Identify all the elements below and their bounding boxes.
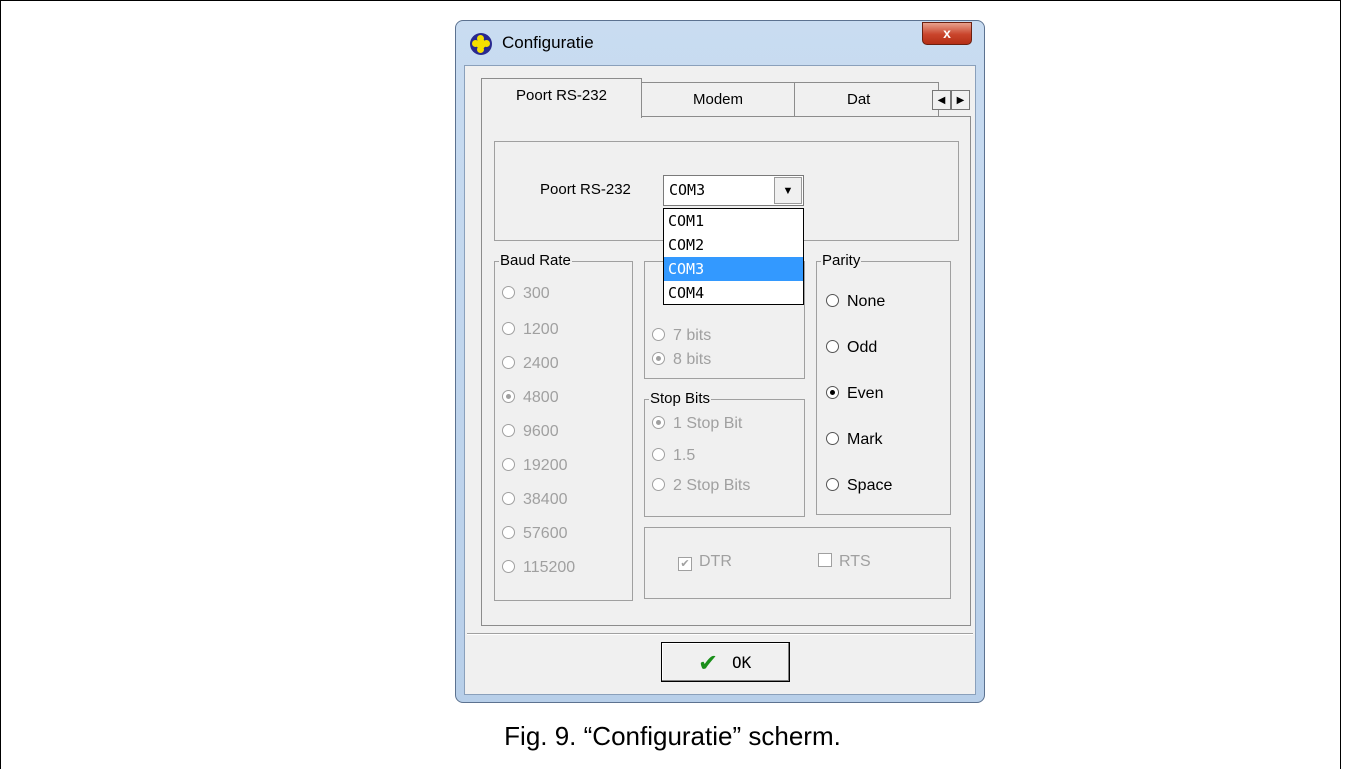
baud-radio-38400[interactable]: 38400 [502,491,568,509]
tab-poort-rs232[interactable]: Poort RS-232 [481,78,642,118]
footer-separator [467,633,973,635]
tab-scroll-right-icon[interactable]: ▶ [951,90,970,110]
parity-radio-space[interactable]: Space [826,477,892,495]
dtr-label: DTR [699,553,732,570]
title-bar[interactable]: Configuratie x [456,21,984,65]
baud-option-label: 9600 [523,423,559,440]
radio-icon [652,328,665,341]
radio-icon [502,356,515,369]
port-combobox-value: COM3 [669,181,706,199]
radio-selected-icon [826,386,839,399]
radio-icon [652,448,665,461]
checkbox-checked-icon: ✔ [678,557,692,571]
parity-radio-mark[interactable]: Mark [826,431,883,449]
baud-radio-115200[interactable]: 115200 [502,559,575,577]
parity-option-label: Even [847,385,884,402]
stop-bits-label: Stop Bits [649,390,712,407]
baud-radio-19200[interactable]: 19200 [502,457,568,475]
radio-icon [826,294,839,307]
tab-scroll-left-icon[interactable]: ◀ [932,90,951,110]
configuratie-dialog: Configuratie x Poort RS-232 Modem Dat ◀ … [455,20,985,703]
baud-rate-label: Baud Rate [499,252,572,269]
baud-option-label: 57600 [523,525,568,542]
parity-radio-even[interactable]: Even [826,385,883,403]
baud-option-label: 300 [523,285,550,302]
stopbits-option-label: 1.5 [673,447,696,464]
dropdown-item-com4[interactable]: COM4 [664,281,803,305]
stopbits-radio-1-5[interactable]: 1.5 [652,447,695,465]
dropdown-item-com3[interactable]: COM3 [664,257,803,281]
tab-data[interactable]: Dat [794,82,939,116]
ok-label: OK [732,653,752,672]
parity-radio-odd[interactable]: Odd [826,339,877,357]
radio-icon [502,526,515,539]
baud-option-label: 38400 [523,491,568,508]
parity-option-label: Space [847,477,893,494]
port-label: Poort RS-232 [540,181,631,198]
radio-icon [502,424,515,437]
radio-icon [502,492,515,505]
ok-button[interactable]: ✔ OK [661,642,790,682]
baud-option-label: 115200 [523,559,576,576]
baud-option-label: 19200 [523,457,568,474]
baud-radio-9600[interactable]: 9600 [502,423,559,441]
checkbox-icon [818,553,832,567]
radio-icon [826,478,839,491]
port-dropdown-list: COM1 COM2 COM3 COM4 [663,208,804,305]
dropdown-item-com1[interactable]: COM1 [664,209,803,233]
tab-modem[interactable]: Modem [641,82,795,116]
stopbits-option-label: 2 Stop Bits [673,477,751,494]
rts-checkbox[interactable]: RTS [818,553,871,571]
parity-option-label: Odd [847,339,878,356]
parity-label: Parity [821,252,862,269]
radio-selected-icon [652,416,665,429]
chevron-down-icon[interactable]: ▼ [774,177,802,204]
baud-radio-2400[interactable]: 2400 [502,355,559,373]
dtr-checkbox[interactable]: ✔ DTR [678,553,732,571]
radio-selected-icon [502,390,515,403]
window-title: Configuratie [502,33,594,52]
radio-icon [502,458,515,471]
close-button[interactable]: x [922,22,972,45]
radio-icon [502,560,515,573]
baud-option-label: 1200 [523,321,559,338]
baud-radio-57600[interactable]: 57600 [502,525,568,543]
stopbits-option-label: 1 Stop Bit [673,415,743,432]
port-combobox[interactable]: COM3 ▼ [663,175,804,206]
baud-radio-1200[interactable]: 1200 [502,321,559,339]
radio-icon [826,340,839,353]
figure-caption: Fig. 9. “Configuratie” scherm. [504,721,841,751]
parity-option-label: None [847,293,886,310]
tab-page-poort-rs232: Poort RS-232 COM3 ▼ COM1 COM2 COM3 COM4 … [481,116,971,626]
baud-radio-300[interactable]: 300 [502,285,550,303]
radio-selected-icon [652,352,665,365]
radio-icon [826,432,839,445]
radio-icon [652,478,665,491]
parity-option-label: Mark [847,431,883,448]
rts-label: RTS [839,553,871,570]
baud-radio-4800[interactable]: 4800 [502,389,559,407]
dialog-client-area: Poort RS-232 Modem Dat ◀ ▶ Poort RS-232 … [464,65,976,695]
baud-option-label: 2400 [523,355,559,372]
dropdown-item-com2[interactable]: COM2 [664,233,803,257]
parity-radio-none[interactable]: None [826,293,885,311]
app-icon [470,33,492,55]
stopbits-radio-1[interactable]: 1 Stop Bit [652,415,742,433]
checkmark-icon: ✔ [698,649,719,677]
databits-radio-8[interactable]: 8 bits [652,351,711,369]
databits-radio-7[interactable]: 7 bits [652,327,711,345]
baud-option-label: 4800 [523,389,559,406]
radio-icon [502,286,515,299]
databits-option-label: 7 bits [673,327,712,344]
databits-option-label: 8 bits [673,351,712,368]
radio-icon [502,322,515,335]
stopbits-radio-2[interactable]: 2 Stop Bits [652,477,750,495]
